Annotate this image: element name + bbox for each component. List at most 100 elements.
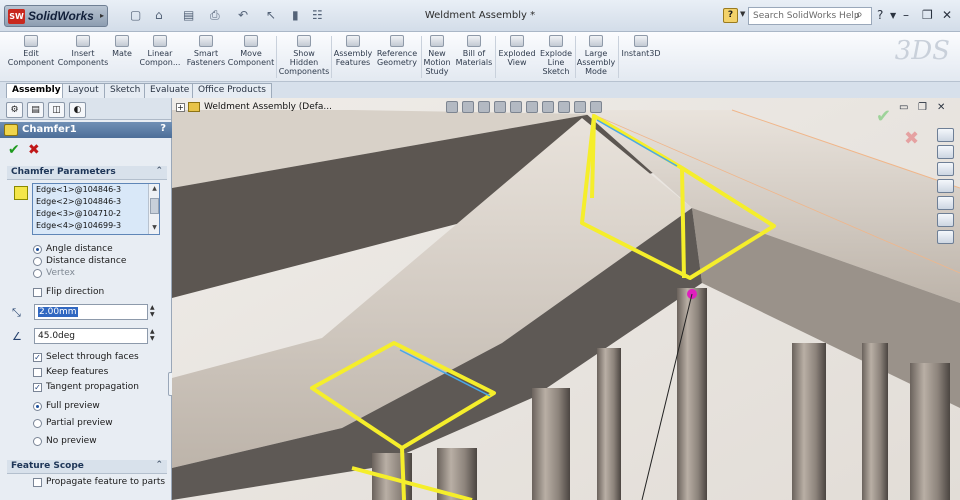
apply-scene-icon[interactable] [574,100,586,113]
print-icon[interactable]: ⎙ [210,8,220,23]
hide-show-items-icon[interactable] [542,100,554,113]
confirm-corner-ok-icon[interactable]: ✔ [876,106,891,127]
view-settings-icon[interactable] [590,100,602,113]
graphics-area[interactable]: + Weldment Assembly (Defa... ▭ ❐ ✕ ✔ ✖ [172,98,960,500]
tab-evaluate[interactable]: Evaluate [144,83,196,98]
bill-of-materials-button[interactable]: Bill of Materials [455,35,493,81]
partial-preview-radio[interactable]: Partial preview [33,418,113,428]
no-preview-radio[interactable]: No preview [33,436,97,446]
keep-features-checkbox[interactable]: Keep features [33,367,108,377]
move-component-button[interactable]: Move Component [228,35,274,81]
instant3d-button[interactable]: Instant3D [620,35,662,81]
exploded-view-button[interactable]: Exploded View [497,35,537,81]
explode-line-sketch-button[interactable]: Explode Line Sketch [537,35,575,81]
options-icon[interactable]: ☷ [312,8,323,22]
collapse-icon[interactable]: ⌃ [155,460,163,470]
insert-components-button[interactable]: Insert Components [58,35,108,81]
chamfer-parameters-header[interactable]: Chamfer Parameters ⌃ [7,166,167,180]
view-palette-icon[interactable] [937,196,954,210]
radio-selected-icon[interactable] [33,401,42,411]
tab-office-products[interactable]: Office Products [192,83,272,98]
undo-icon[interactable]: ↶ [238,8,248,22]
zoom-to-area-icon[interactable] [478,100,490,113]
checkbox-checked-icon[interactable]: ✓ [33,352,42,362]
new-document-icon[interactable]: ▢ [130,8,141,22]
viewport-minimize-icon[interactable]: ▭ [899,102,908,113]
angle-spinner-icon[interactable]: ▲ ▼ [150,328,158,344]
tab-sketch[interactable]: Sketch [104,83,147,98]
scroll-up-icon[interactable]: ▲ [150,185,159,194]
custom-properties-icon[interactable] [937,230,954,244]
select-through-faces-checkbox[interactable]: ✓ Select through faces [33,352,139,362]
distance-input[interactable]: 2.00mm [34,304,148,320]
assembly-features-button[interactable]: Assembly Features [333,35,373,81]
scroll-down-icon[interactable]: ▼ [150,224,159,233]
reference-geometry-button[interactable]: Reference Geometry [375,35,419,81]
smart-fasteners-button[interactable]: Smart Fasteners [184,35,228,81]
checkbox-icon[interactable] [33,367,42,377]
design-library-icon[interactable] [937,145,954,159]
cancel-button[interactable]: ✖ [28,142,40,158]
solidworks-menu-button[interactable]: SW SolidWorks ▸ [4,5,108,27]
radio-icon[interactable] [33,436,42,446]
propagate-feature-checkbox[interactable]: Propagate feature to parts [33,477,165,487]
mate-button[interactable]: Mate [108,35,136,81]
zoom-to-fit-icon[interactable] [462,100,474,113]
file-explorer-icon[interactable] [937,162,954,176]
help-icon[interactable]: ? [160,123,166,134]
feature-scope-header[interactable]: Feature Scope ⌃ [7,460,167,474]
configuration-manager-tab-icon[interactable]: ◫ [48,102,65,118]
open-document-icon[interactable]: ⌂ [155,8,163,22]
linear-pattern-button[interactable]: Linear Compon... [138,35,182,81]
solidworks-resources-icon[interactable] [937,128,954,142]
checkbox-icon[interactable] [33,287,42,297]
distance-distance-radio[interactable]: Distance distance [33,256,126,266]
previous-view-icon[interactable] [446,100,458,113]
radio-selected-icon[interactable] [33,244,42,254]
distance-spinner-icon[interactable]: ▲ ▼ [150,304,158,320]
expand-icon[interactable]: + [176,102,185,112]
list-item[interactable]: Edge<4>@104699-3 [33,220,159,232]
help-arrow-icon[interactable]: ▼ [890,11,896,20]
edges-selection-box[interactable]: Edge<1>@104846-3 Edge<2>@104846-3 Edge<3… [32,183,160,235]
minimize-icon[interactable]: – [903,8,909,22]
radio-icon[interactable] [33,256,42,266]
list-item[interactable]: Edge<2>@104846-3 [33,196,159,208]
model-view[interactable] [172,98,960,500]
save-icon[interactable]: ▤ [183,8,194,22]
help-icon[interactable]: ? [723,8,738,23]
edit-component-button[interactable]: Edit Component [8,35,54,81]
tab-assembly[interactable]: Assembly [6,83,67,99]
full-preview-radio[interactable]: Full preview [33,401,100,411]
list-item[interactable]: Edge<1>@104846-3 [33,184,159,196]
restore-icon[interactable]: ❐ [922,8,933,22]
new-motion-study-button[interactable]: New Motion Study [422,35,452,81]
tab-layout[interactable]: Layout [62,83,105,98]
edge-list-scrollbar[interactable]: ▲ ▼ [148,184,159,234]
radio-icon[interactable] [33,418,42,428]
collapse-icon[interactable]: ⌃ [155,166,163,176]
help-dropdown-icon[interactable]: ▼ [740,10,745,18]
help-question-icon[interactable]: ? [877,8,883,22]
viewport-close-icon[interactable]: ✕ [937,102,945,113]
show-hidden-components-button[interactable]: Show Hidden Components [279,35,329,81]
feature-tree-root[interactable]: + Weldment Assembly (Defa... [176,102,332,112]
list-item[interactable]: Edge<3>@104710-2 [33,208,159,220]
close-icon[interactable]: ✕ [942,8,952,22]
large-assembly-mode-button[interactable]: Large Assembly Mode [576,35,616,81]
viewport-restore-icon[interactable]: ❐ [918,102,927,113]
angle-input[interactable]: 45.0deg [34,328,148,344]
tangent-propagation-checkbox[interactable]: ✓ Tangent propagation [33,382,139,392]
help-search-input[interactable]: Search SolidWorks Help [748,7,872,25]
display-style-icon[interactable] [526,100,538,113]
checkbox-checked-icon[interactable]: ✓ [33,382,42,392]
edit-appearance-icon[interactable] [558,100,570,113]
checkbox-icon[interactable] [33,477,42,487]
scroll-thumb[interactable] [150,198,159,214]
search-results-icon[interactable] [937,179,954,193]
property-manager-tab-icon[interactable]: ▤ [27,102,44,118]
select-icon[interactable]: ↖ [266,8,276,22]
confirm-corner-cancel-icon[interactable]: ✖ [904,128,919,149]
section-view-icon[interactable] [494,100,506,113]
search-icon[interactable]: ⌕ [856,7,863,22]
